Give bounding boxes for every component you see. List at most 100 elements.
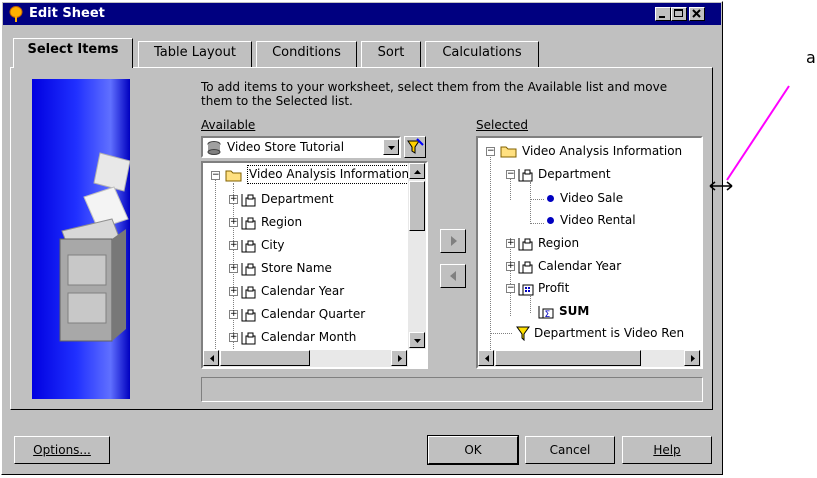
- video-rental-label: Video Rental: [560, 213, 636, 227]
- tree-root-label: Video Analysis Information: [247, 165, 412, 184]
- folder-item-icon: [241, 263, 256, 276]
- move-to-selected-button[interactable]: [440, 229, 466, 253]
- arrow-down-icon: [414, 339, 421, 343]
- expand-icon[interactable]: +: [506, 239, 515, 248]
- resize-cursor-icon: [709, 181, 733, 191]
- status-bar: [201, 377, 703, 402]
- tab-calculations[interactable]: Calculations: [425, 41, 539, 67]
- h-scroll-thumb[interactable]: [495, 350, 641, 366]
- arrow-left-icon: [485, 355, 489, 362]
- item-bullet-icon: [547, 217, 554, 224]
- move-to-available-button[interactable]: [440, 264, 466, 288]
- tree-item-label: Calendar Year: [261, 284, 345, 298]
- business-area-dropdown[interactable]: Video Store Tutorial: [201, 136, 401, 158]
- folder-icon: [500, 146, 517, 158]
- tab-select-items[interactable]: Select Items: [13, 38, 133, 68]
- instructions-text: To add items to your worksheet, select t…: [201, 80, 668, 108]
- cancel-button[interactable]: Cancel: [525, 436, 615, 464]
- expand-icon[interactable]: +: [506, 262, 515, 271]
- expand-icon[interactable]: +: [229, 264, 238, 273]
- scroll-left-button[interactable]: [478, 350, 494, 366]
- title-bar[interactable]: Edit Sheet: [3, 3, 721, 25]
- database-icon: [207, 141, 221, 155]
- selected-region-label: Region: [538, 236, 580, 250]
- tab-conditions[interactable]: Conditions: [256, 41, 357, 67]
- expand-icon[interactable]: +: [229, 333, 238, 342]
- folder-item-icon: [241, 217, 256, 230]
- minimize-button[interactable]: [655, 7, 671, 21]
- svg-text:Σ: Σ: [545, 310, 551, 319]
- dropdown-arrow-button[interactable]: [383, 139, 399, 155]
- available-items-tree[interactable]: − Video Analysis Information + Department…: [201, 161, 428, 369]
- tab-label: Select Items: [27, 42, 119, 57]
- tree-item-label: Calendar Quarter: [261, 307, 366, 321]
- tree-item-label: City: [261, 238, 285, 252]
- condition-label: Department is Video Ren: [534, 326, 685, 340]
- scroll-up-button[interactable]: [409, 163, 425, 179]
- arrow-right-icon: [691, 355, 695, 362]
- condition-funnel-icon: [516, 326, 530, 341]
- file-cabinet-illustration: [59, 152, 131, 342]
- selected-items-tree[interactable]: − Video Analysis Information − Departmen…: [476, 136, 703, 369]
- available-horizontal-scrollbar[interactable]: [203, 350, 408, 367]
- sum-icon: Σ: [538, 306, 554, 319]
- folder-item-icon: [241, 332, 256, 345]
- scroll-left-button[interactable]: [203, 350, 219, 366]
- minimize-icon: [659, 16, 665, 18]
- folder-item-icon: [518, 261, 533, 274]
- close-button[interactable]: [689, 7, 705, 21]
- selected-horizontal-scrollbar[interactable]: [478, 350, 701, 367]
- arrow-left-icon: [210, 355, 214, 362]
- collapse-icon[interactable]: −: [486, 147, 495, 156]
- window-title: Edit Sheet: [29, 6, 105, 21]
- folder-item-icon: [241, 240, 256, 253]
- filter-funnel-icon: [407, 138, 424, 154]
- scroll-right-button[interactable]: [684, 350, 700, 366]
- h-scroll-thumb[interactable]: [220, 350, 310, 366]
- close-icon: [692, 9, 701, 18]
- selected-profit-label: Profit: [538, 281, 570, 295]
- measure-icon: [518, 283, 534, 296]
- help-button[interactable]: Help: [622, 436, 712, 464]
- expand-icon[interactable]: +: [229, 241, 238, 250]
- expand-icon[interactable]: +: [229, 195, 238, 204]
- selected-calendar-year-label: Calendar Year: [538, 259, 622, 273]
- filter-button[interactable]: [404, 136, 426, 158]
- selected-department-label: Department: [538, 167, 611, 181]
- maximize-icon: [674, 9, 683, 17]
- item-bullet-icon: [547, 195, 554, 202]
- folder-item-icon: [241, 194, 256, 207]
- tab-sort[interactable]: Sort: [361, 41, 421, 67]
- tab-label: Conditions: [272, 45, 341, 60]
- tab-table-layout[interactable]: Table Layout: [138, 41, 252, 67]
- tree-item-label: Region: [261, 215, 303, 229]
- expand-icon[interactable]: +: [229, 287, 238, 296]
- tree-item-label: Calendar Month: [261, 330, 357, 344]
- collapse-icon[interactable]: −: [506, 284, 515, 293]
- maximize-button[interactable]: [671, 7, 687, 21]
- arrow-right-icon: [398, 355, 402, 362]
- collapse-icon[interactable]: −: [211, 171, 220, 180]
- app-icon: [9, 6, 23, 22]
- collapse-icon[interactable]: −: [506, 170, 515, 179]
- folder-icon: [225, 170, 242, 182]
- expand-icon[interactable]: +: [229, 218, 238, 227]
- arrow-right-icon: [451, 236, 457, 246]
- folder-item-icon: [241, 309, 256, 322]
- selected-root-label: Video Analysis Information: [522, 144, 683, 158]
- expand-icon[interactable]: +: [229, 310, 238, 319]
- options-label: Options...: [33, 443, 91, 457]
- arrow-up-icon: [414, 170, 421, 174]
- dropdown-value: Video Store Tutorial: [227, 140, 345, 154]
- available-vertical-scrollbar[interactable]: [408, 163, 426, 349]
- cancel-label: Cancel: [549, 443, 591, 457]
- scroll-down-button[interactable]: [409, 332, 425, 348]
- scroll-right-button[interactable]: [391, 350, 407, 366]
- scroll-thumb[interactable]: [409, 181, 425, 231]
- ok-button[interactable]: OK: [427, 435, 519, 465]
- folder-item-icon: [518, 238, 533, 251]
- tree-item-label: Department: [261, 192, 334, 206]
- folder-item-icon: [518, 169, 533, 182]
- options-button[interactable]: Options...: [14, 436, 110, 464]
- tab-label: Sort: [377, 45, 405, 60]
